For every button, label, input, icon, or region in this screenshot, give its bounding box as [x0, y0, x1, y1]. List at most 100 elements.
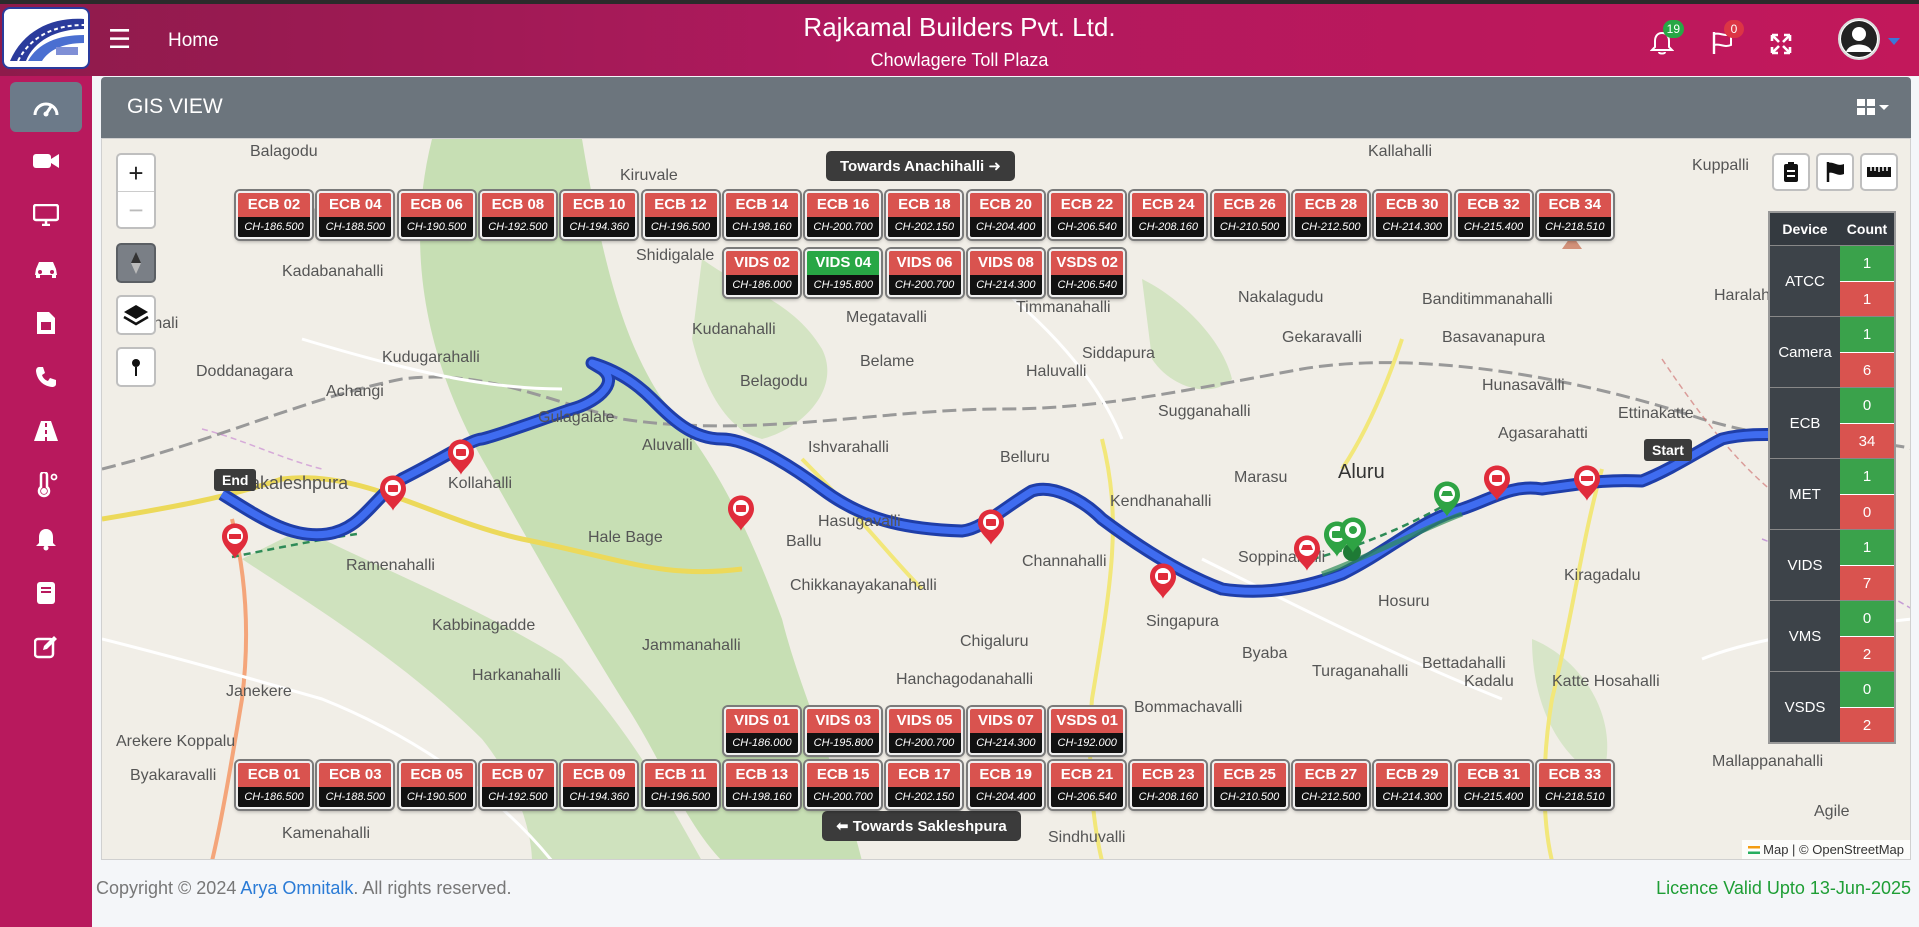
count-offline[interactable]: 1: [1840, 281, 1894, 316]
book-icon: [37, 582, 55, 604]
atcc-marker[interactable]: [1294, 535, 1320, 572]
map-tools: [1772, 153, 1898, 191]
count-online[interactable]: 0: [1840, 601, 1894, 636]
gis-map[interactable]: Balagodu Kiruvale Kallahalli Kuppalli Ta…: [101, 138, 1911, 860]
user-avatar[interactable]: [1838, 18, 1880, 60]
edit-icon: [34, 636, 57, 659]
count-row: Camera 1 6: [1770, 316, 1894, 387]
camera-marker[interactable]: [1484, 465, 1510, 502]
plaza-name: Chowlagere Toll Plaza: [870, 50, 1049, 70]
count-device-name: ECB: [1770, 388, 1840, 458]
notifications-badge: 19: [1662, 20, 1684, 38]
count-row: VIDS 1 7: [1770, 529, 1894, 600]
count-device-name: VMS: [1770, 601, 1840, 671]
attribution-text: Map | © OpenStreetMap: [1763, 842, 1904, 857]
camera-marker[interactable]: [978, 509, 1004, 546]
vms-marker[interactable]: [1574, 465, 1600, 502]
flags-badge: 0: [1724, 20, 1744, 38]
device-count-table: Device Count ATCC 1 1 Camera 1 6 ECB 0 34 MET 1 0 VI…: [1768, 211, 1896, 744]
count-row: ATCC 1 1: [1770, 245, 1894, 316]
header-count: Count: [1846, 221, 1888, 237]
count-offline[interactable]: 0: [1840, 494, 1894, 529]
header-device: Device: [1782, 221, 1828, 237]
count-offline[interactable]: 7: [1840, 565, 1894, 600]
sidebar: [0, 76, 92, 927]
thermometer-icon: [37, 472, 58, 498]
sidebar-item-alerts[interactable]: [10, 514, 82, 564]
view-switcher[interactable]: [1857, 99, 1889, 115]
count-row: ECB 0 34: [1770, 387, 1894, 458]
count-device-name: VSDS: [1770, 672, 1840, 742]
clipboard-icon: [1784, 162, 1798, 182]
camera-marker[interactable]: [448, 439, 474, 476]
map-markers: [222, 439, 1600, 600]
copyright-suffix: . All rights reserved.: [353, 878, 512, 898]
notifications-button[interactable]: 19: [1649, 20, 1684, 58]
map-attribution[interactable]: Map | © OpenStreetMap: [1742, 840, 1910, 859]
count-row: VMS 0 2: [1770, 600, 1894, 671]
user-menu-caret-icon[interactable]: [1888, 38, 1900, 45]
sidebar-item-roads[interactable]: [10, 406, 82, 456]
count-values: 02: [1840, 672, 1894, 742]
home-link[interactable]: Home: [168, 30, 219, 52]
count-online[interactable]: 0: [1840, 388, 1894, 423]
user-icon: [1841, 21, 1877, 57]
count-offline[interactable]: 2: [1840, 707, 1894, 742]
bell-icon: [36, 529, 56, 551]
count-offline[interactable]: 2: [1840, 636, 1894, 671]
sidebar-item-weather[interactable]: [10, 460, 82, 510]
copyright-prefix: Copyright © 2024: [96, 878, 237, 898]
flag-tool-button[interactable]: [1816, 153, 1854, 191]
camera-marker[interactable]: [380, 475, 406, 512]
count-device-name: VIDS: [1770, 530, 1840, 600]
monitor-icon: [33, 204, 59, 226]
count-row: VSDS 0 2: [1770, 671, 1894, 742]
sidebar-item-cameras[interactable]: [10, 136, 82, 186]
sidebar-item-calls[interactable]: [10, 352, 82, 402]
car-icon: [35, 262, 57, 278]
chevron-down-icon: [1879, 104, 1889, 110]
sidebar-item-dashboard[interactable]: [10, 82, 82, 132]
camera-marker[interactable]: [728, 495, 754, 532]
count-online[interactable]: 1: [1840, 530, 1894, 565]
speedometer-icon: [33, 102, 59, 117]
menu-toggle-icon[interactable]: ☰: [108, 26, 131, 52]
footer: Copyright © 2024 Arya Omnitalk. All righ…: [96, 878, 1911, 899]
sidebar-item-edit[interactable]: [10, 622, 82, 672]
file-icon: [37, 312, 55, 334]
flags-button[interactable]: 0: [1710, 20, 1744, 58]
count-offline[interactable]: 34: [1840, 423, 1894, 458]
sidebar-item-vehicles[interactable]: [10, 244, 82, 294]
road-icon: [34, 421, 58, 441]
ruler-button[interactable]: [1860, 153, 1898, 191]
vms-marker[interactable]: [222, 523, 248, 560]
sidebar-item-logs[interactable]: [10, 568, 82, 618]
count-table-header: Device Count: [1770, 213, 1894, 245]
grid-icon: [1857, 99, 1875, 115]
licence-validity: Licence Valid Upto 13-Jun-2025: [1656, 878, 1911, 898]
count-device-name: Camera: [1770, 317, 1840, 387]
app-logo[interactable]: [2, 7, 90, 69]
camera-marker[interactable]: [1150, 563, 1176, 600]
count-values: 16: [1840, 317, 1894, 387]
count-offline[interactable]: 6: [1840, 352, 1894, 387]
count-online[interactable]: 1: [1840, 317, 1894, 352]
fullscreen-button[interactable]: [1770, 28, 1804, 58]
top-navbar: ☰ Home Rajkamal Builders Pvt. Ltd. Chowl…: [0, 4, 1919, 76]
count-row: MET 1 0: [1770, 458, 1894, 529]
clipboard-button[interactable]: [1772, 153, 1810, 191]
count-online[interactable]: 1: [1840, 459, 1894, 494]
sidebar-item-monitors[interactable]: [10, 190, 82, 240]
atcc-marker-online[interactable]: [1434, 481, 1460, 518]
page-title: GIS VIEW: [127, 95, 223, 118]
count-values: 11: [1840, 246, 1894, 316]
brand-link[interactable]: Arya Omnitalk: [240, 878, 353, 898]
expand-icon: [1770, 33, 1792, 55]
count-online[interactable]: 0: [1840, 672, 1894, 707]
count-online[interactable]: 1: [1840, 246, 1894, 281]
flag-icon: [1748, 846, 1761, 854]
phone-icon: [36, 367, 56, 387]
sidebar-item-reports[interactable]: [10, 298, 82, 348]
count-values: 0 34: [1840, 388, 1894, 458]
video-camera-icon: [33, 154, 59, 168]
